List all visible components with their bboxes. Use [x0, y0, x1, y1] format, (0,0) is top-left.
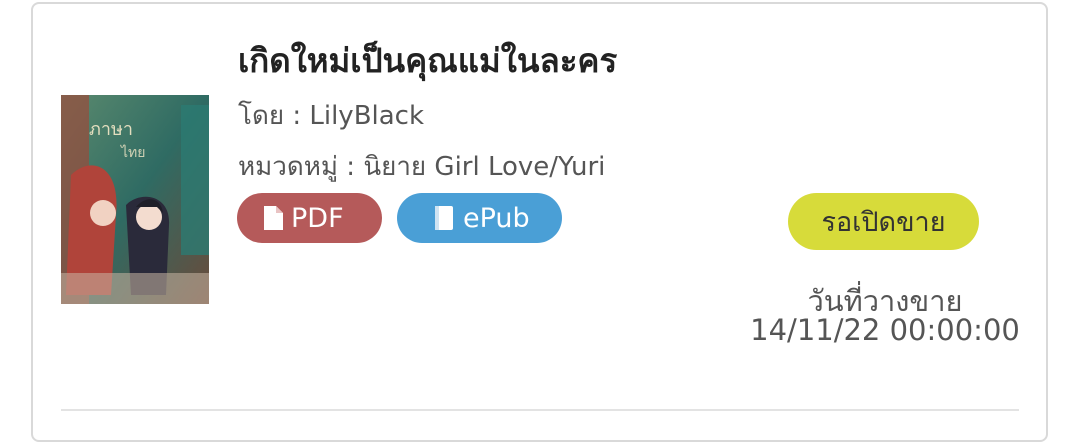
book-author: โดย : LilyBlack — [238, 101, 425, 131]
pdf-format-label: PDF — [291, 202, 344, 234]
book-icon — [433, 205, 455, 231]
divider — [61, 409, 1019, 411]
book-title[interactable]: เกิดใหม่เป็นคุณแม่ในละคร — [238, 34, 617, 87]
book-cover-illustration: ภาษา ไทย — [61, 95, 209, 304]
release-date-value: 14/11/22 00:00:00 — [750, 313, 1020, 347]
book-cover-image[interactable]: ภาษา ไทย — [61, 95, 209, 304]
book-category: หมวดหมู่ : นิยาย Girl Love/Yuri — [238, 152, 606, 182]
status-badge: รอเปิดขาย — [788, 193, 979, 250]
pdf-format-button[interactable]: PDF — [237, 193, 382, 243]
svg-text:ไทย: ไทย — [120, 144, 145, 161]
file-icon — [264, 206, 283, 230]
epub-format-label: ePub — [463, 202, 530, 234]
epub-format-button[interactable]: ePub — [397, 193, 562, 243]
svg-text:ภาษา: ภาษา — [89, 119, 133, 140]
